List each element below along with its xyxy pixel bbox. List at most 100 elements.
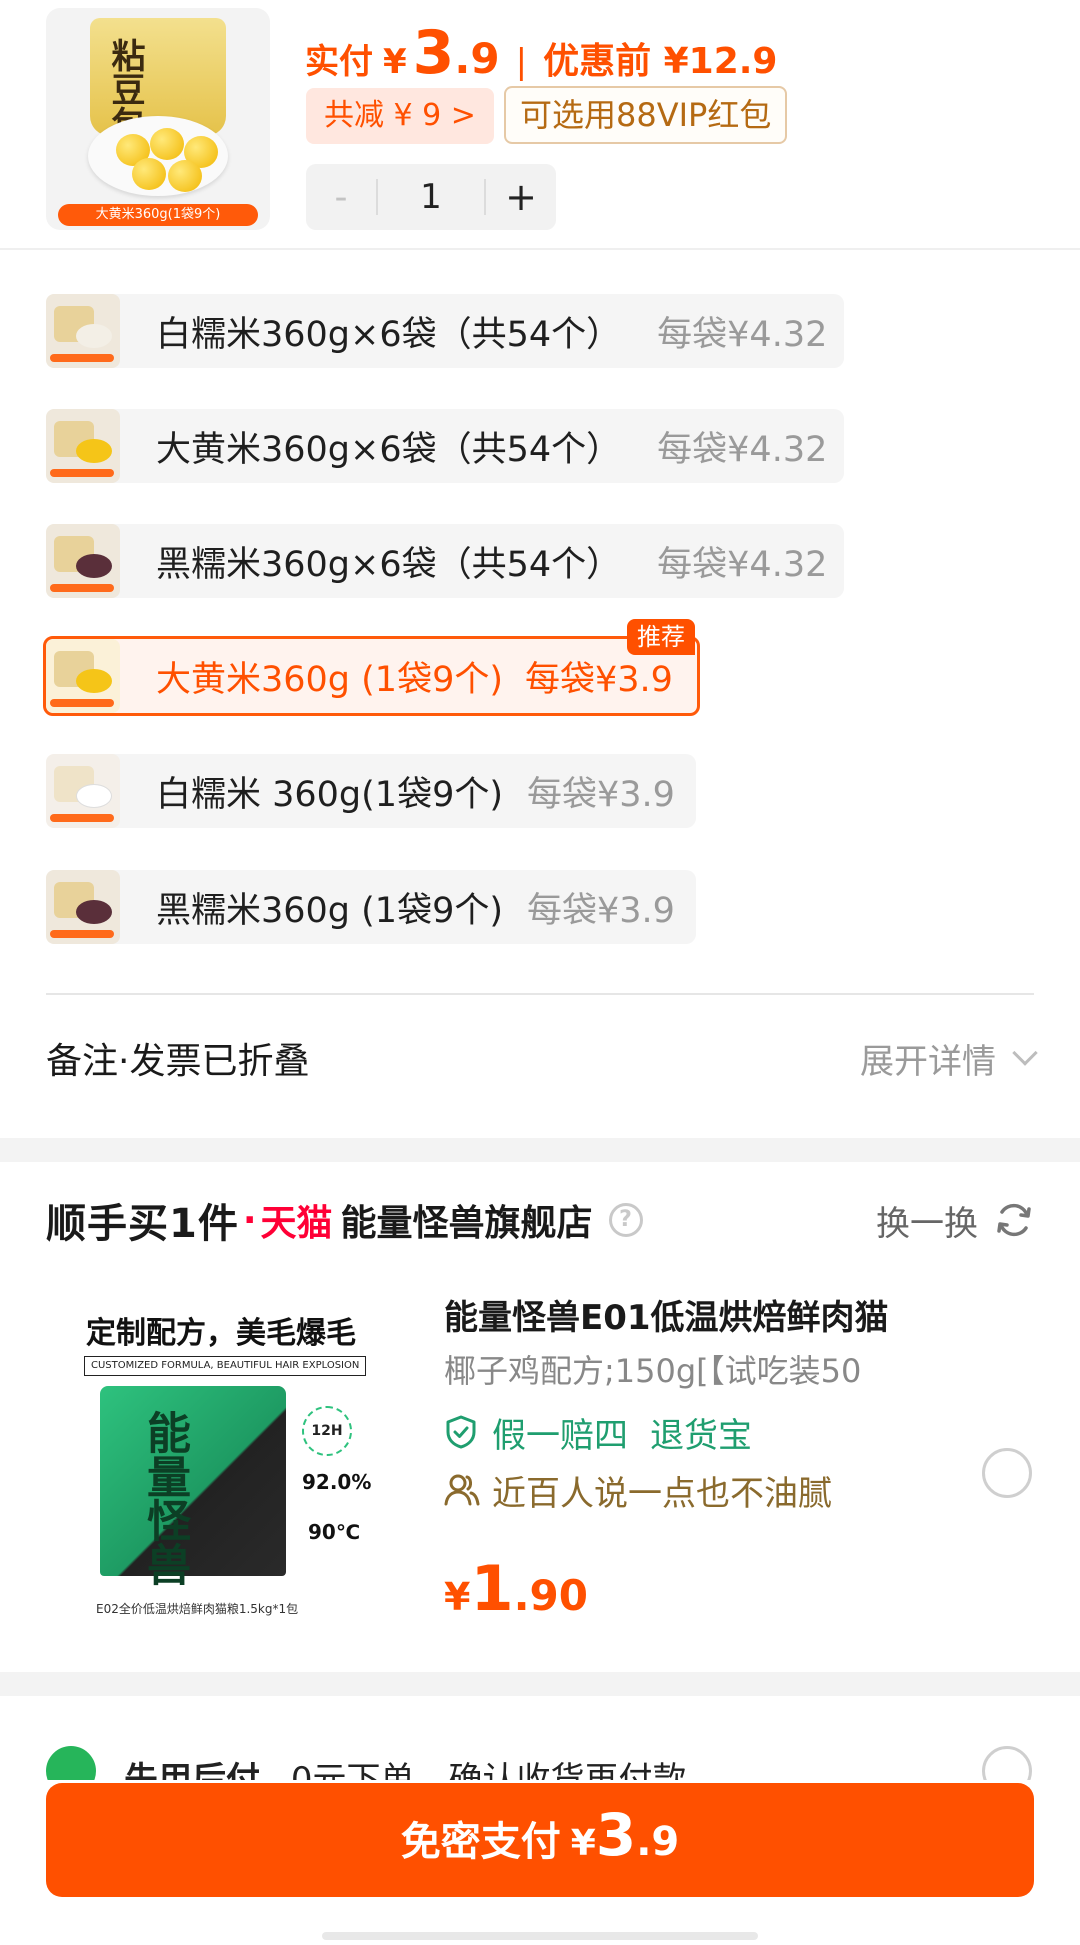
- shield-check-icon: [446, 1415, 476, 1449]
- guarantee-fake-compensation: 假一赔四: [492, 1415, 628, 1456]
- sku-thumbnail: [46, 294, 120, 368]
- pay-later-row[interactable]: 先用后付 0元下单，确认收货再付款: [46, 1740, 1034, 1780]
- total-discount-button[interactable]: 共减 ¥ 9 >: [306, 88, 494, 144]
- sku-food-image: [76, 784, 112, 808]
- sku-food-image: [76, 439, 112, 463]
- selected-product-header: 粘豆包 大黄米360g(1袋9个) 实付 ¥ 3 .9 | 优惠前 ¥12.9 …: [0, 0, 1080, 250]
- pay-button[interactable]: 免密支付 ¥ 3 .9: [46, 1783, 1034, 1897]
- addon-sku-spec[interactable]: 椰子鸡配方;150g[【试吃装50: [444, 1346, 934, 1394]
- pay-later-icon: [46, 1746, 96, 1780]
- quantity-stepper: - 1 +: [306, 164, 556, 230]
- sku-thumb-tag: [50, 814, 114, 822]
- sku-thumb-tag: [50, 469, 114, 477]
- sku-food-image: [76, 324, 112, 348]
- pay-currency: ¥: [383, 42, 407, 82]
- addon-title: 能量怪兽E01低温烘焙鲜肉猫: [444, 1298, 889, 1338]
- decrease-button[interactable]: -: [306, 177, 376, 218]
- sku-food-image: [76, 554, 112, 578]
- sku-thumbnail: [46, 524, 120, 598]
- divider: [46, 993, 1034, 995]
- image-stat-1: 92.0%: [302, 1470, 372, 1494]
- pay-later-title: 先用后付: [124, 1760, 260, 1780]
- sku-thumbnail: [46, 870, 120, 944]
- sku-option[interactable]: 黑糯米360g (1袋9个) 每袋¥3.9: [46, 870, 696, 944]
- sku-thumbnail: [46, 754, 120, 828]
- sku-food-image: [76, 669, 112, 693]
- addon-section-header: 顺手买1件 · 天猫 能量怪兽旗舰店 ? 换一换: [46, 1190, 1034, 1250]
- pay-later-desc: 0元下单，确认收货再付款: [290, 1760, 687, 1780]
- section-divider: [0, 1672, 1080, 1696]
- notes-invoice-row[interactable]: 备注·发票已折叠 展开详情: [46, 1030, 1038, 1086]
- refresh-icon: [997, 1203, 1031, 1237]
- review-summary-text: 近百人说一点也不油腻: [492, 1473, 832, 1514]
- store-name[interactable]: 能量怪兽旗舰店: [341, 1194, 593, 1246]
- sku-thumbnail: [46, 639, 120, 713]
- sku-unit-price: 每袋¥3.9: [525, 659, 673, 700]
- sku-name: 黑糯米360g (1袋9个): [156, 890, 503, 931]
- sku-unit-price: 每袋¥3.9: [527, 890, 675, 931]
- addon-price-currency: ¥: [444, 1575, 471, 1619]
- chevron-down-icon: [1012, 1040, 1038, 1066]
- recommend-badge: 推荐: [627, 619, 695, 655]
- rice-ball: [168, 160, 202, 192]
- guarantee-row: 假一赔四 退货宝: [444, 1408, 944, 1456]
- quantity-value[interactable]: 1: [378, 177, 484, 217]
- pay-price-line: 实付 ¥ 3 .9 | 优惠前 ¥12.9: [305, 18, 777, 88]
- sku-option[interactable]: 黑糯米360g×6袋（共54个） 每袋¥4.32: [46, 524, 844, 598]
- price-before-discount: 优惠前 ¥12.9: [543, 41, 778, 82]
- rice-ball: [150, 128, 184, 160]
- food-bag-image: [100, 1386, 286, 1576]
- expand-details-button[interactable]: 展开详情: [860, 1034, 1038, 1083]
- addon-product-image[interactable]: 定制配方，美毛爆毛 CUSTOMIZED FORMULA, BEAUTIFUL …: [46, 1280, 402, 1630]
- image-slogan-en: CUSTOMIZED FORMULA, BEAUTIFUL HAIR EXPLO…: [84, 1356, 366, 1376]
- product-thumbnail[interactable]: 粘豆包 大黄米360g(1袋9个): [46, 8, 270, 230]
- image-badge-12h: 12H: [302, 1406, 352, 1456]
- sku-option[interactable]: 白糯米360g×6袋（共54个） 每袋¥4.32: [46, 294, 844, 368]
- rice-ball: [132, 158, 166, 190]
- sku-unit-price: 每袋¥4.32: [657, 544, 828, 585]
- sku-thumbnail: [46, 409, 120, 483]
- image-slogan: 定制配方，美毛爆毛: [86, 1316, 356, 1351]
- sku-option-selected[interactable]: 大黄米360g (1袋9个) 每袋¥3.9 推荐: [43, 619, 700, 716]
- sku-thumb-tag: [50, 699, 114, 707]
- sku-thumb-tag: [50, 930, 114, 938]
- image-caption: E02全价低温烘焙鲜肉猫粮1.5kg*1包: [96, 1602, 299, 1616]
- price-separator: |: [515, 42, 528, 82]
- section-divider: [0, 1138, 1080, 1162]
- sku-thumb-tag: [50, 584, 114, 592]
- sku-food-image: [76, 900, 112, 924]
- sku-option[interactable]: 白糯米 360g(1袋9个) 每袋¥3.9: [46, 754, 696, 828]
- heading-dot: ·: [242, 1199, 257, 1241]
- review-summary-row: 近百人说一点也不油腻: [444, 1466, 944, 1514]
- home-indicator[interactable]: [322, 1932, 758, 1940]
- sku-option[interactable]: 大黄米360g×6袋（共54个） 每袋¥4.32: [46, 409, 844, 483]
- pay-integer: 3: [412, 18, 455, 88]
- pay-button-currency: ¥: [570, 1823, 596, 1864]
- help-icon[interactable]: ?: [608, 1203, 643, 1237]
- sku-name: 大黄米360g (1袋9个): [156, 659, 503, 700]
- swap-button[interactable]: 换一换: [876, 1196, 1034, 1245]
- guarantee-return-insurance: 退货宝: [650, 1415, 752, 1456]
- addon-price-decimal: .90: [513, 1571, 588, 1620]
- addon-product-info[interactable]: 能量怪兽E01低温烘焙鲜肉猫 椰子鸡配方;150g[【试吃装50 假一赔四 退货…: [444, 1290, 944, 1625]
- tmall-logo: 天猫: [260, 1203, 333, 1244]
- swap-label: 换一换: [876, 1203, 978, 1244]
- addon-price: ¥ 1 .90: [444, 1552, 944, 1625]
- increase-button[interactable]: +: [486, 175, 556, 219]
- sku-thumb-tag: [50, 354, 114, 362]
- pay-button-label: 免密支付: [400, 1819, 561, 1865]
- checkout-page: 粘豆包 大黄米360g(1袋9个) 实付 ¥ 3 .9 | 优惠前 ¥12.9 …: [0, 0, 1080, 1945]
- expand-details-label: 展开详情: [860, 1041, 996, 1082]
- pay-button-decimal: .9: [636, 1819, 680, 1865]
- pay-label: 实付: [305, 42, 373, 82]
- sku-unit-price: 每袋¥4.32: [657, 429, 828, 470]
- addon-select-radio[interactable]: [982, 1448, 1032, 1498]
- addon-price-integer: 1: [470, 1552, 514, 1625]
- pay-button-integer: 3: [595, 1801, 637, 1869]
- sku-unit-price: 每袋¥4.32: [657, 314, 828, 355]
- sku-name: 黑糯米360g×6袋（共54个）: [156, 544, 622, 585]
- thumbnail-sku-tag: 大黄米360g(1袋9个): [58, 204, 258, 226]
- pay-later-text: 先用后付 0元下单，确认收货再付款: [124, 1752, 686, 1780]
- pay-later-radio[interactable]: [982, 1746, 1032, 1780]
- vip-redpacket-button[interactable]: 可选用88VIP红包: [504, 86, 788, 144]
